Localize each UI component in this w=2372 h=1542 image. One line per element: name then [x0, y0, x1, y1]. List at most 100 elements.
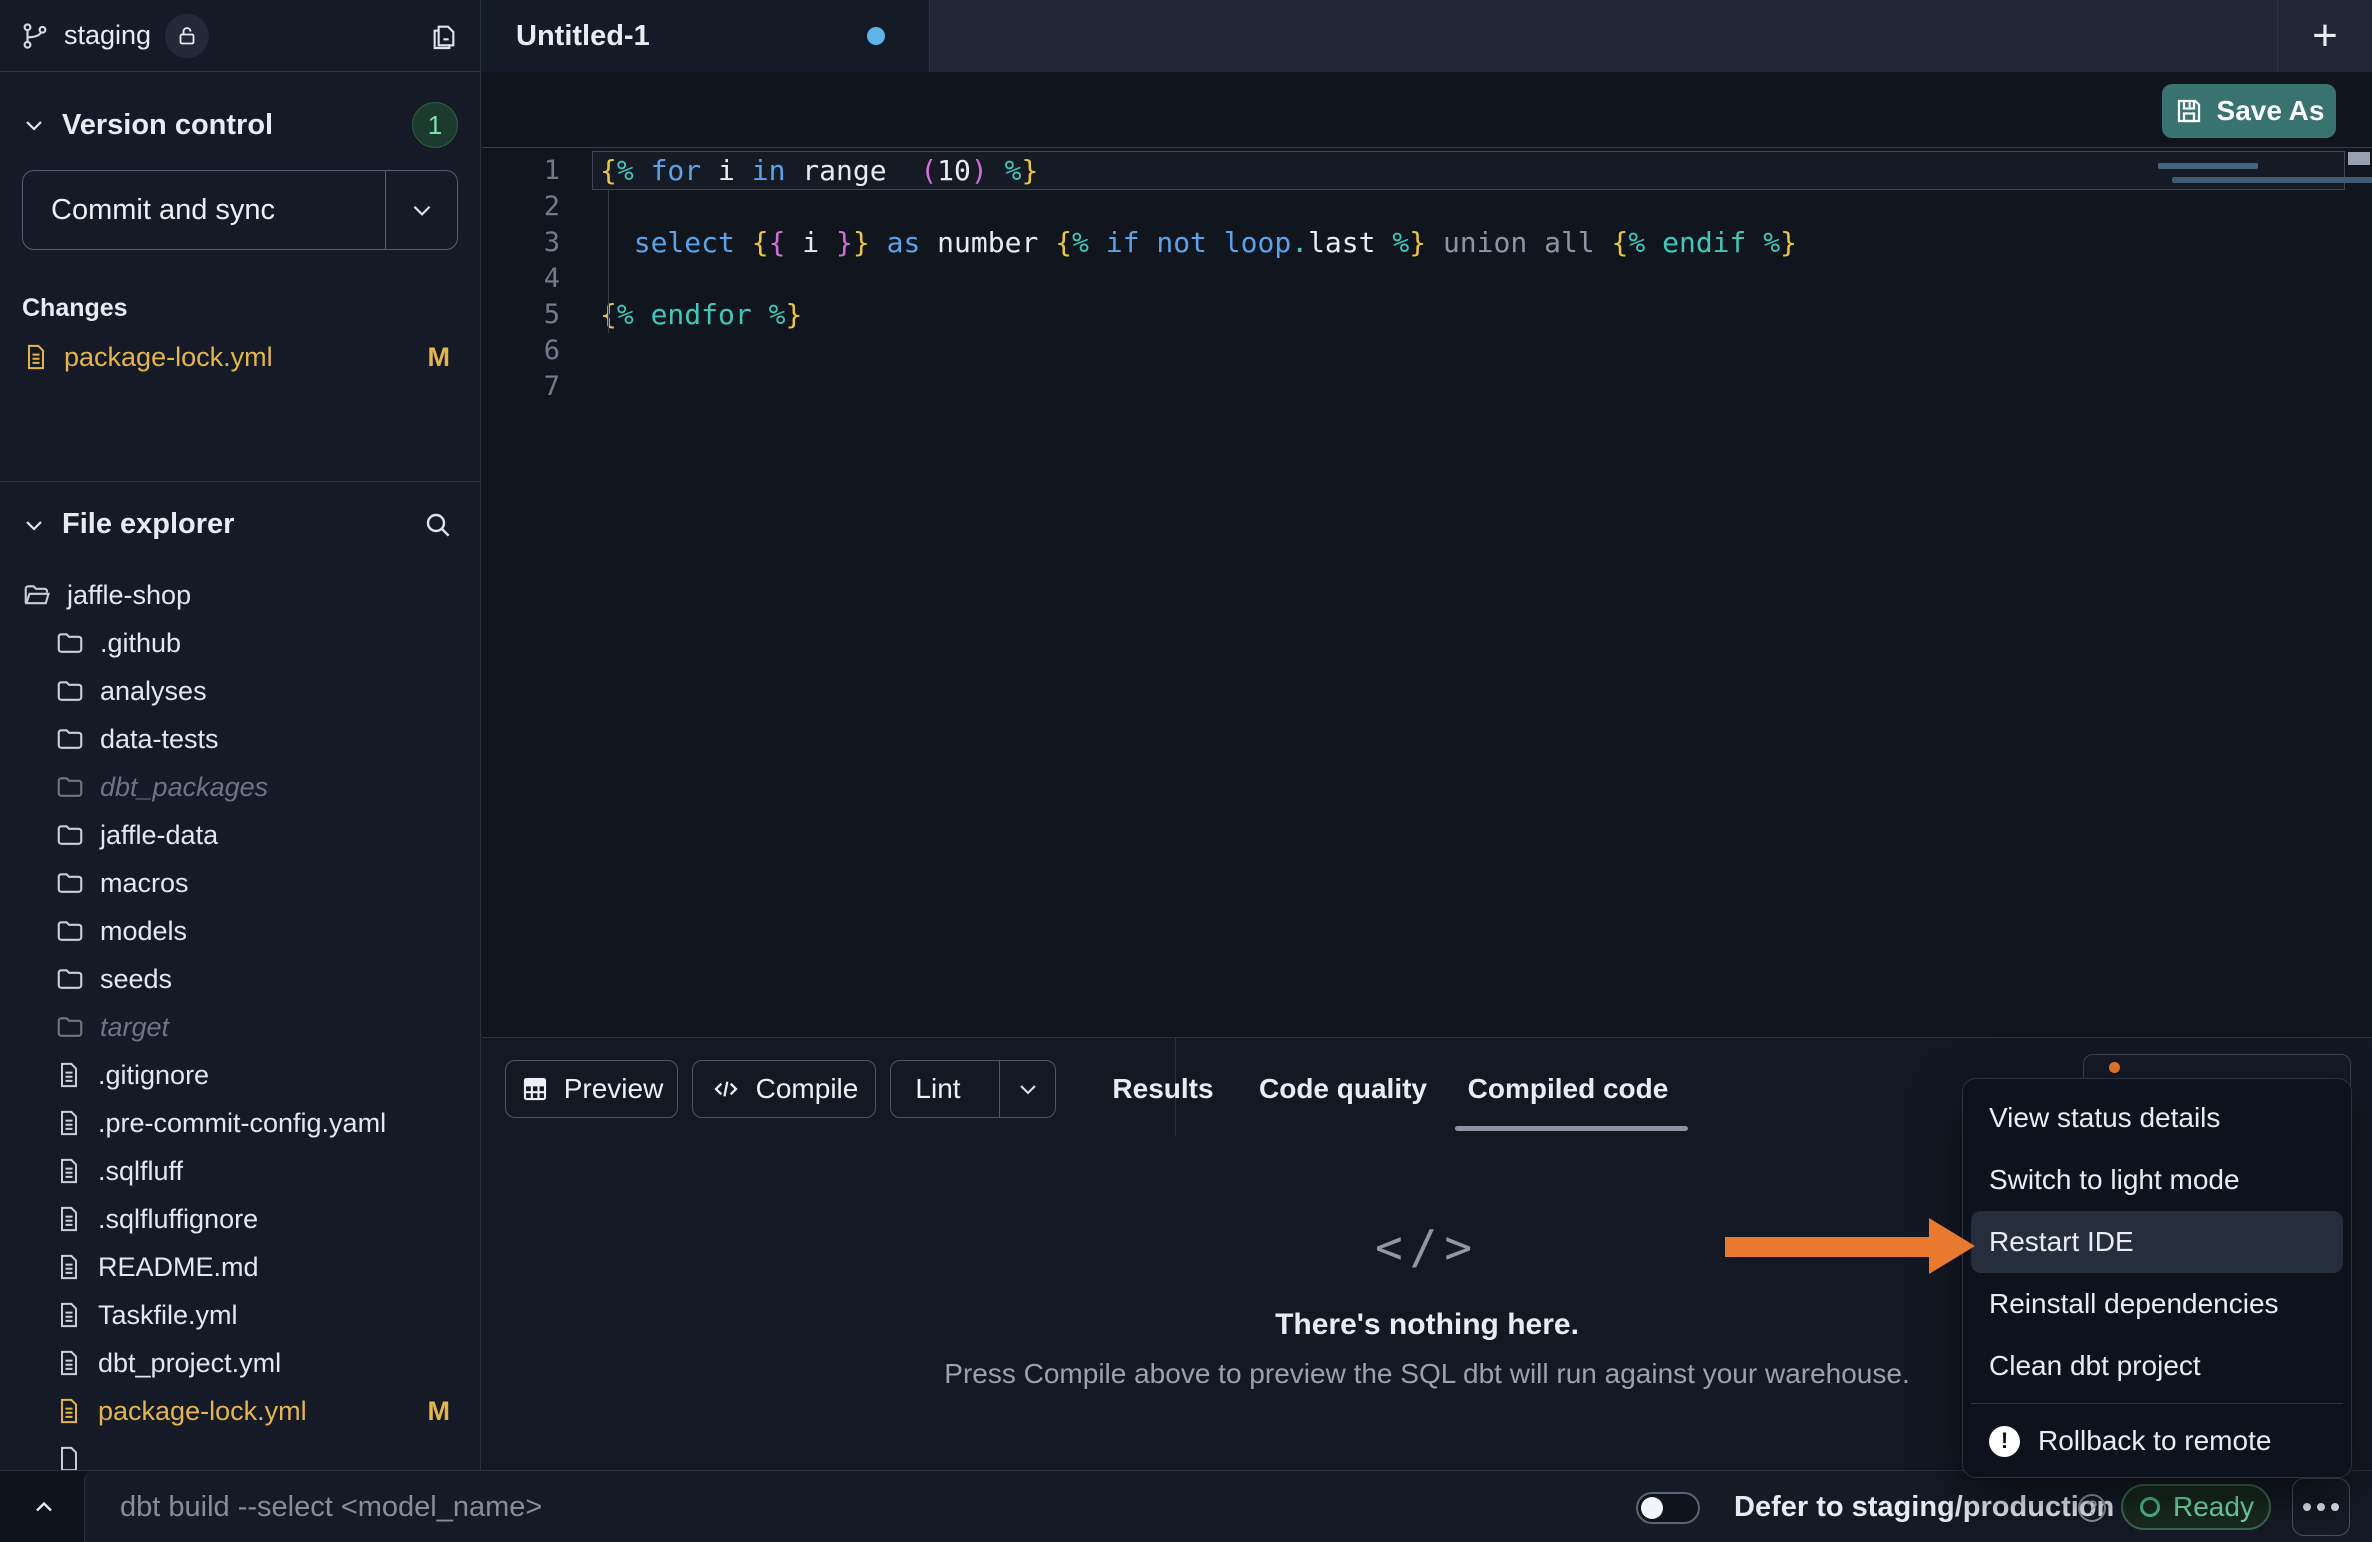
preview-button[interactable]: Preview: [505, 1060, 678, 1118]
tree-item-label: seeds: [100, 964, 172, 995]
code-line-1[interactable]: {% for i in range (10) %}: [600, 153, 2372, 189]
file-icon: [55, 1397, 83, 1425]
menu-item-restart-ide[interactable]: Restart IDE: [1971, 1211, 2343, 1273]
tree-item-jaffle-shop[interactable]: jaffle-shop: [0, 571, 480, 619]
folder-icon: [55, 964, 85, 994]
line-number-1: 1: [482, 153, 592, 189]
panel-tab-code-quality[interactable]: Code quality: [1259, 1060, 1427, 1118]
unsaved-indicator-dot: [867, 27, 885, 45]
dbt-ide-window: staging Version control 1 Commit and syn…: [0, 0, 2372, 1542]
warning-icon: !: [1989, 1426, 2020, 1457]
tree-item-jaffle-data[interactable]: jaffle-data: [0, 811, 480, 859]
git-branch-icon: [20, 21, 50, 51]
chevron-down-icon: [22, 513, 46, 537]
file-icon: [55, 1349, 83, 1377]
menu-item-view-status-details[interactable]: View status details: [1971, 1087, 2343, 1149]
code-line-7[interactable]: [600, 369, 2372, 405]
annotation-arrow: [1725, 1216, 1975, 1276]
command-placeholder: dbt build --select <model_name>: [120, 1471, 542, 1542]
tree-item-dbt_packages[interactable]: dbt_packages: [0, 763, 480, 811]
panel-tab-compiled-code[interactable]: Compiled code: [1468, 1060, 1669, 1118]
tree-item-macros[interactable]: macros: [0, 859, 480, 907]
scrollbar-thumb[interactable]: [2348, 152, 2370, 165]
tree-item-label: .github: [100, 628, 181, 659]
code-line-6[interactable]: [600, 333, 2372, 369]
commit-options-caret[interactable]: [385, 171, 457, 249]
tree-item-.github[interactable]: .github: [0, 619, 480, 667]
tab-untitled-1[interactable]: Untitled-1: [482, 0, 930, 72]
tree-item-label: README.md: [98, 1252, 259, 1283]
compile-label: Compile: [756, 1073, 859, 1105]
compile-button[interactable]: Compile: [692, 1060, 876, 1118]
menu-item-reinstall-dependencies[interactable]: Reinstall dependencies: [1971, 1273, 2343, 1335]
version-control-header[interactable]: Version control 1: [0, 102, 480, 148]
file-explorer-header[interactable]: File explorer: [0, 508, 480, 541]
copy-icon[interactable]: [428, 20, 460, 52]
lint-button[interactable]: Lint: [890, 1060, 1056, 1118]
tree-item-label: jaffle-shop: [67, 580, 191, 611]
menu-divider: [1971, 1403, 2343, 1404]
code-line-4[interactable]: [600, 261, 2372, 297]
empty-state-title: There's nothing here.: [1275, 1308, 1579, 1342]
menu-footer-label: Rollback to remote: [2038, 1425, 2271, 1457]
tree-item-analyses[interactable]: analyses: [0, 667, 480, 715]
tab-title: Untitled-1: [516, 20, 650, 53]
editor-header: Save As: [482, 72, 2372, 148]
changed-file-row[interactable]: package-lock.yml M: [0, 333, 480, 381]
collapse-bar-button[interactable]: [24, 1471, 64, 1542]
status-label: Ready: [2173, 1491, 2254, 1523]
status-dot: [2140, 1497, 2160, 1517]
menu-item-switch-to-light-mode[interactable]: Switch to light mode: [1971, 1149, 2343, 1211]
save-as-button[interactable]: Save As: [2162, 84, 2336, 138]
tree-item-.gitignore[interactable]: .gitignore: [0, 1051, 480, 1099]
table-icon: [520, 1074, 550, 1104]
tree-item-target[interactable]: target: [0, 1003, 480, 1051]
code-lines: {% for i in range (10) %} select {{ i }}…: [600, 153, 2372, 405]
tree-item-seeds[interactable]: seeds: [0, 955, 480, 1003]
notification-dot: [2109, 1062, 2120, 1073]
file-explorer-section: File explorer jaffle-shop .github analys…: [0, 481, 480, 1483]
tree-item-dbt_project.yml[interactable]: dbt_project.yml: [0, 1339, 480, 1387]
branch-lock-chip: [165, 14, 209, 58]
menu-item-clean-dbt-project[interactable]: Clean dbt project: [1971, 1335, 2343, 1397]
defer-toggle[interactable]: [1636, 1492, 1700, 1524]
line-number-7: 7: [482, 369, 592, 405]
tree-item-label: dbt_project.yml: [98, 1348, 281, 1379]
tree-item-Taskfile.yml[interactable]: Taskfile.yml: [0, 1291, 480, 1339]
search-icon[interactable]: [422, 509, 454, 541]
tree-item-models[interactable]: models: [0, 907, 480, 955]
tree-item-README.md[interactable]: README.md: [0, 1243, 480, 1291]
indent-guide: [608, 190, 609, 333]
tree-item-.sqlfluff[interactable]: .sqlfluff: [0, 1147, 480, 1195]
modified-badge: M: [428, 342, 451, 373]
tree-item-package-lock.yml[interactable]: package-lock.ymlM: [0, 1387, 480, 1435]
help-icon[interactable]: ?: [2078, 1494, 2106, 1522]
tree-item-label: .pre-commit-config.yaml: [98, 1108, 386, 1139]
folder-icon: [55, 868, 85, 898]
menu-item-rollback-to-remote[interactable]: ! Rollback to remote: [1971, 1410, 2343, 1472]
panel-tab-results[interactable]: Results: [1112, 1060, 1213, 1118]
file-icon: [22, 343, 50, 371]
tree-item-label: Taskfile.yml: [98, 1300, 238, 1331]
lint-options-caret[interactable]: [999, 1061, 1055, 1117]
empty-state-subtitle: Press Compile above to preview the SQL d…: [944, 1358, 1909, 1390]
file-icon: [55, 1253, 83, 1281]
folder-icon: [55, 916, 85, 946]
folder-icon: [55, 1012, 85, 1042]
line-number-6: 6: [482, 333, 592, 369]
tree-item-data-tests[interactable]: data-tests: [0, 715, 480, 763]
save-as-label: Save As: [2217, 95, 2325, 127]
editor-tab-bar: Untitled-1 +: [482, 0, 2372, 72]
tree-item-.sqlfluffignore[interactable]: .sqlfluffignore: [0, 1195, 480, 1243]
branch-name[interactable]: staging: [64, 20, 151, 51]
tree-item-.pre-commit-config.yaml[interactable]: .pre-commit-config.yaml: [0, 1099, 480, 1147]
file-icon: [55, 1157, 83, 1185]
code-editor[interactable]: 1234567 {% for i in range (10) %} select…: [482, 148, 2372, 1037]
new-tab-button[interactable]: +: [2277, 0, 2372, 72]
commit-and-sync-button[interactable]: Commit and sync: [22, 170, 458, 250]
more-options-button[interactable]: [2292, 1478, 2350, 1536]
code-line-5[interactable]: {% endfor %}: [600, 297, 2372, 333]
code-line-2[interactable]: [600, 189, 2372, 225]
code-line-3[interactable]: select {{ i }} as number {% if not loop.…: [600, 225, 2372, 261]
ide-status-badge[interactable]: Ready: [2121, 1484, 2271, 1530]
